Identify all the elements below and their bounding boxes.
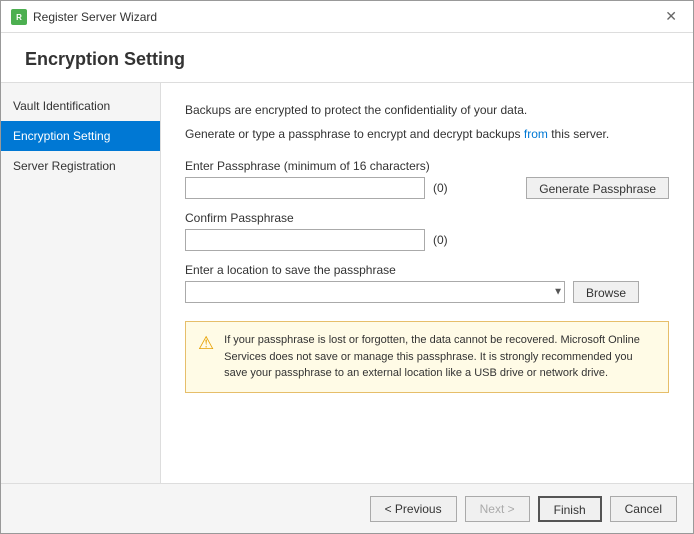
location-dropdown-wrapper: ▼ (185, 281, 565, 303)
passphrase-char-count: (0) (433, 181, 448, 195)
main-content: Backups are encrypted to protect the con… (161, 83, 693, 483)
passphrase-label: Enter Passphrase (minimum of 16 characte… (185, 159, 669, 173)
warning-icon: ⚠ (198, 333, 214, 354)
content-area: Vault Identification Encryption Setting … (1, 83, 693, 483)
passphrase-row: (0) Generate Passphrase (185, 177, 669, 199)
warning-text: If your passphrase is lost or forgotten,… (224, 332, 656, 382)
cancel-button[interactable]: Cancel (610, 496, 677, 522)
window-title: Register Server Wizard (33, 10, 157, 24)
register-server-wizard: R Register Server Wizard ✕ Encryption Se… (0, 0, 694, 534)
title-bar-left: R Register Server Wizard (11, 9, 157, 25)
location-row: ▼ Browse (185, 281, 669, 303)
sidebar: Vault Identification Encryption Setting … (1, 83, 161, 483)
browse-button[interactable]: Browse (573, 281, 639, 303)
next-button[interactable]: Next > (465, 496, 530, 522)
info-line1: Backups are encrypted to protect the con… (185, 101, 669, 119)
app-icon: R (11, 9, 27, 25)
confirm-passphrase-input[interactable] (185, 229, 425, 251)
confirm-label: Confirm Passphrase (185, 211, 669, 225)
page-header: Encryption Setting (1, 33, 693, 83)
footer: < Previous Next > Finish Cancel (1, 483, 693, 533)
svg-text:R: R (16, 13, 22, 22)
confirm-char-count: (0) (433, 233, 448, 247)
title-bar: R Register Server Wizard ✕ (1, 1, 693, 33)
sidebar-item-encryption-setting[interactable]: Encryption Setting (1, 121, 160, 151)
confirm-row: (0) (185, 229, 669, 251)
sidebar-item-server-registration[interactable]: Server Registration (1, 151, 160, 181)
info-line2-suffix: this server. (548, 127, 609, 141)
finish-button[interactable]: Finish (538, 496, 602, 522)
close-button[interactable]: ✕ (659, 6, 683, 27)
location-dropdown[interactable] (185, 281, 565, 303)
sidebar-item-vault-identification[interactable]: Vault Identification (1, 91, 160, 121)
info-line2-link: from (524, 127, 548, 141)
page-heading: Encryption Setting (25, 49, 669, 70)
location-label: Enter a location to save the passphrase (185, 263, 669, 277)
passphrase-section: Enter Passphrase (minimum of 16 characte… (185, 159, 669, 251)
warning-box: ⚠ If your passphrase is lost or forgotte… (185, 321, 669, 393)
previous-button[interactable]: < Previous (370, 496, 457, 522)
location-section: Enter a location to save the passphrase … (185, 263, 669, 303)
passphrase-input[interactable] (185, 177, 425, 199)
info-line2: Generate or type a passphrase to encrypt… (185, 125, 669, 143)
generate-passphrase-button[interactable]: Generate Passphrase (526, 177, 669, 199)
info-line2-prefix: Generate or type a passphrase to encrypt… (185, 127, 524, 141)
